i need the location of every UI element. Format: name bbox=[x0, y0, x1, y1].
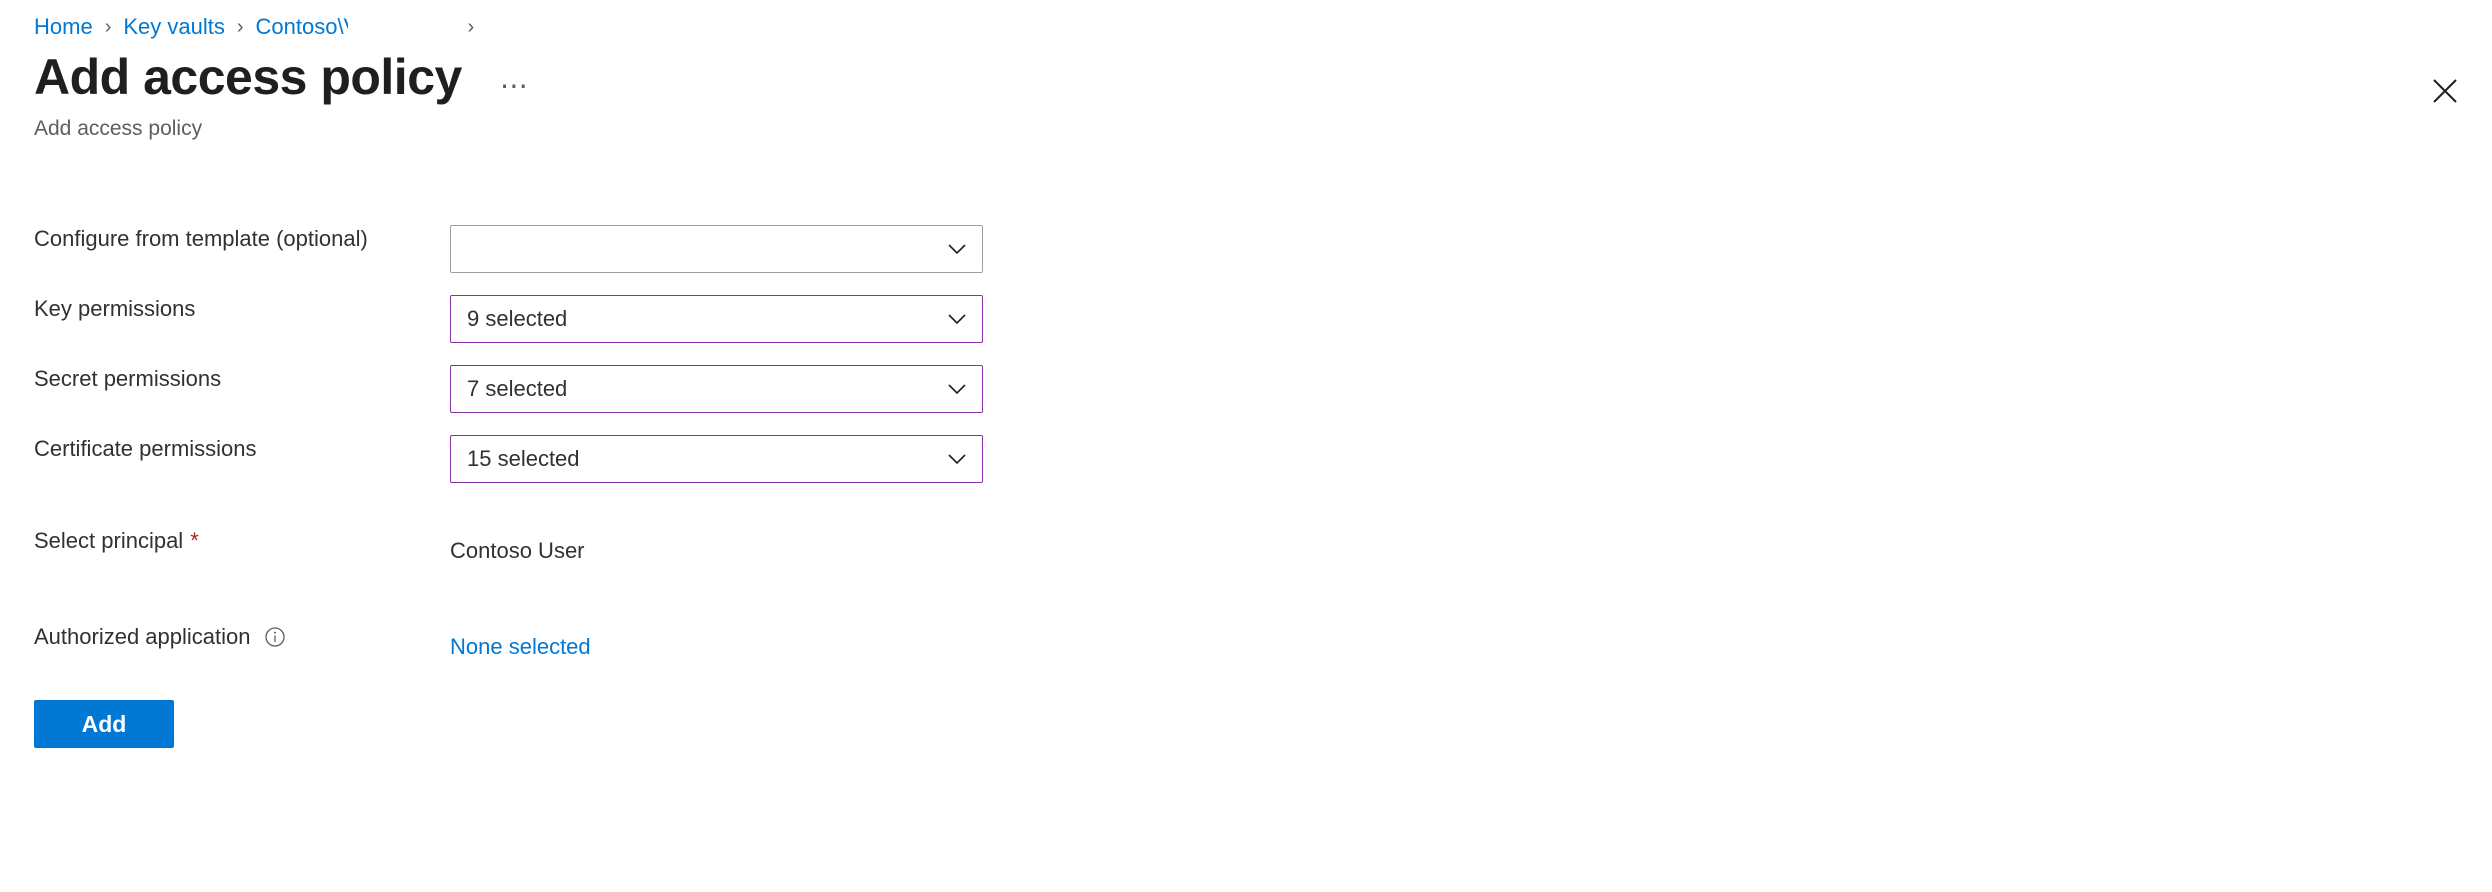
control-key-permissions: 9 selected bbox=[450, 295, 983, 343]
form-row-select-principal: Select principal * Contoso User bbox=[0, 527, 2492, 565]
breadcrumb-item-vault[interactable]: Contoso\Vault bbox=[256, 14, 348, 40]
form-row-certificate-permissions: Certificate permissions 15 selected bbox=[0, 435, 2492, 483]
add-button[interactable]: Add bbox=[34, 700, 174, 748]
close-icon bbox=[2432, 78, 2458, 109]
close-button[interactable] bbox=[2422, 70, 2468, 116]
dropdown-value: 9 selected bbox=[467, 306, 568, 331]
label-text: Authorized application bbox=[34, 624, 251, 649]
label-text: Select principal bbox=[34, 528, 184, 553]
required-indicator: * bbox=[190, 528, 199, 553]
chevron-down-icon bbox=[946, 378, 968, 400]
select-principal-value[interactable]: Contoso User bbox=[450, 527, 585, 565]
configure-from-template-dropdown[interactable] bbox=[450, 225, 983, 273]
label-text: Certificate permissions bbox=[34, 436, 257, 461]
control-select-principal: Contoso User bbox=[450, 527, 585, 565]
breadcrumb-separator-icon: › bbox=[467, 16, 475, 38]
label-key-permissions: Key permissions bbox=[0, 295, 450, 323]
label-authorized-application: Authorized application bbox=[0, 623, 450, 651]
label-certificate-permissions: Certificate permissions bbox=[0, 435, 450, 463]
control-configure-from-template bbox=[450, 225, 983, 273]
form-row-authorized-application: Authorized application None selected bbox=[0, 623, 2492, 661]
page-header: Add access policy ⋯ bbox=[34, 48, 536, 106]
label-secret-permissions: Secret permissions bbox=[0, 365, 450, 393]
label-text: Key permissions bbox=[34, 296, 196, 321]
form-row-configure-from-template: Configure from template (optional) bbox=[0, 225, 2492, 273]
form-row-key-permissions: Key permissions 9 selected bbox=[0, 295, 2492, 343]
info-icon[interactable] bbox=[264, 626, 286, 648]
breadcrumb: Home › Key vaults › Contoso\Vault › bbox=[34, 14, 474, 40]
control-secret-permissions: 7 selected bbox=[450, 365, 983, 413]
control-authorized-application: None selected bbox=[450, 623, 591, 661]
chevron-down-icon bbox=[946, 308, 968, 330]
add-access-policy-form: Configure from template (optional) Key p… bbox=[0, 225, 2492, 661]
label-text: Configure from template (optional) bbox=[34, 226, 368, 251]
dropdown-value: 7 selected bbox=[467, 376, 568, 401]
more-options-icon[interactable]: ⋯ bbox=[492, 72, 536, 100]
authorized-application-link[interactable]: None selected bbox=[450, 623, 591, 661]
label-configure-from-template: Configure from template (optional) bbox=[0, 225, 450, 253]
certificate-permissions-dropdown[interactable]: 15 selected bbox=[450, 435, 983, 483]
control-certificate-permissions: 15 selected bbox=[450, 435, 983, 483]
page-subtitle: Add access policy bbox=[34, 117, 203, 140]
form-row-secret-permissions: Secret permissions 7 selected bbox=[0, 365, 2492, 413]
key-permissions-dropdown[interactable]: 9 selected bbox=[450, 295, 983, 343]
label-select-principal: Select principal * bbox=[0, 527, 450, 555]
breadcrumb-separator-icon: › bbox=[236, 16, 244, 38]
chevron-down-icon bbox=[946, 238, 968, 260]
page-title: Add access policy bbox=[34, 49, 462, 105]
breadcrumb-item-home[interactable]: Home bbox=[34, 14, 93, 40]
breadcrumb-separator-icon: › bbox=[104, 16, 112, 38]
breadcrumb-item-key-vaults[interactable]: Key vaults bbox=[123, 14, 225, 40]
dropdown-value: 15 selected bbox=[467, 446, 580, 471]
label-text: Secret permissions bbox=[34, 366, 222, 391]
chevron-down-icon bbox=[946, 448, 968, 470]
secret-permissions-dropdown[interactable]: 7 selected bbox=[450, 365, 983, 413]
